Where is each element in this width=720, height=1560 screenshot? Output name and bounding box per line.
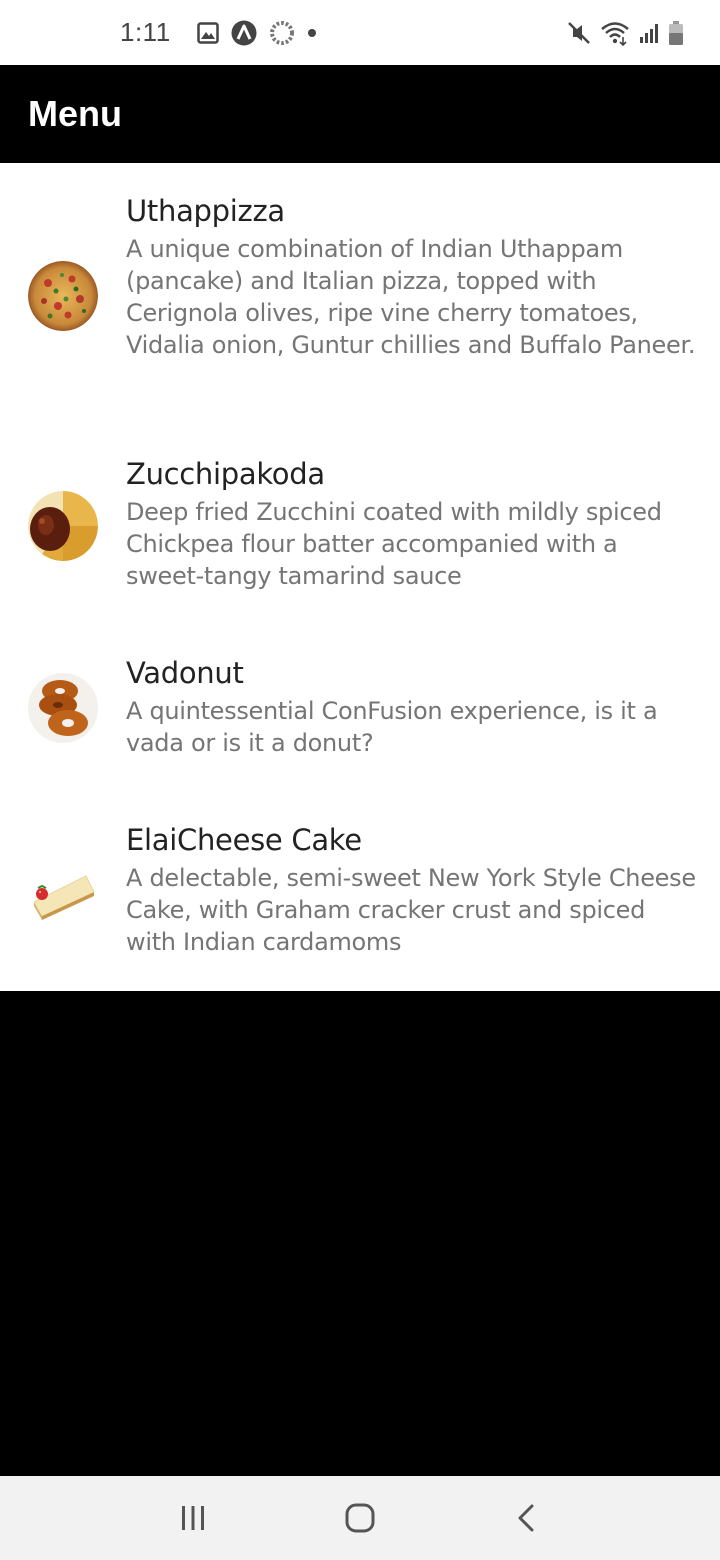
list-item-text: Vadonut A quintessential ConFusion exper…: [126, 655, 696, 759]
item-title: Vadonut: [126, 656, 244, 690]
status-right: [566, 20, 684, 46]
screen: 1:11 Menu Uthappizza A unique combinatio…: [0, 0, 720, 1560]
item-title: Zucchipakoda: [126, 457, 325, 491]
status-time: 1:11: [120, 17, 171, 47]
signal-icon: [638, 22, 660, 44]
item-title: Uthappizza: [126, 194, 285, 228]
status-bar: 1:11: [0, 0, 720, 65]
status-left: 1:11: [120, 17, 317, 48]
vadonut-thumbnail: [28, 673, 98, 743]
app-bar: Menu: [0, 65, 720, 163]
cheesecake-thumbnail: [28, 858, 98, 928]
page-title: Menu: [28, 93, 122, 134]
pizza-thumbnail: [28, 261, 98, 331]
list-item[interactable]: Zucchipakoda Deep fried Zucchini coated …: [0, 456, 720, 636]
list-item-text: Zucchipakoda Deep fried Zucchini coated …: [126, 456, 696, 592]
pakoda-thumbnail: [28, 491, 98, 561]
dot-icon: [307, 28, 317, 38]
image-icon: [196, 21, 219, 44]
app-a-icon: [231, 20, 257, 46]
list-item[interactable]: Vadonut A quintessential ConFusion exper…: [0, 655, 720, 775]
home-icon[interactable]: [330, 1488, 390, 1548]
list-item[interactable]: Uthappizza A unique combination of India…: [0, 193, 720, 433]
item-title: ElaiCheese Cake: [126, 823, 362, 857]
back-icon[interactable]: [497, 1488, 557, 1548]
loading-ring-icon: [269, 20, 295, 46]
item-description: A delectable, semi-sweet New York Style …: [126, 864, 696, 956]
battery-icon: [668, 20, 684, 46]
wifi-icon: [600, 20, 630, 46]
item-description: A unique combination of Indian Uthappam …: [126, 235, 696, 359]
list-item[interactable]: ElaiCheese Cake A delectable, semi-sweet…: [0, 822, 720, 992]
list-item-text: Uthappizza A unique combination of India…: [126, 193, 696, 361]
item-description: A quintessential ConFusion experience, i…: [126, 697, 658, 757]
list-item-text: ElaiCheese Cake A delectable, semi-sweet…: [126, 822, 696, 958]
recent-apps-icon[interactable]: [163, 1488, 223, 1548]
item-description: Deep fried Zucchini coated with mildly s…: [126, 498, 662, 590]
system-nav-bar: [0, 1476, 720, 1560]
menu-list: Uthappizza A unique combination of India…: [0, 163, 720, 991]
mute-icon: [566, 20, 592, 46]
